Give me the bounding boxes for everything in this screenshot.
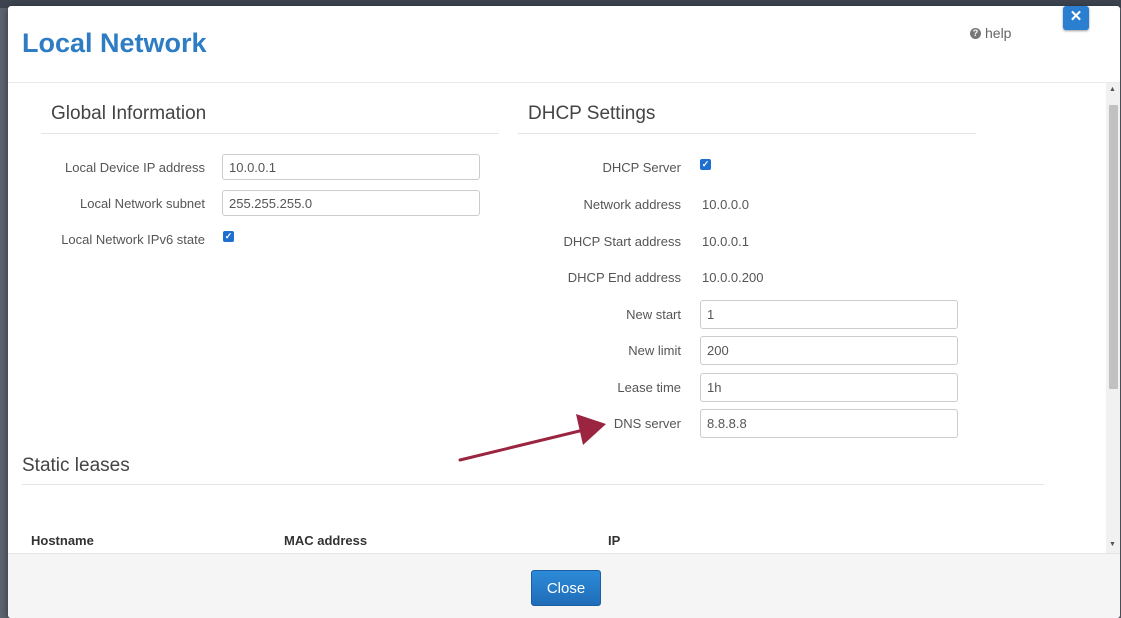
network-address-value: 10.0.0.0	[702, 197, 749, 212]
dhcp-end-label: DHCP End address	[567, 270, 681, 285]
close-button[interactable]: Close	[531, 570, 601, 606]
global-info-title: Global Information	[51, 103, 207, 124]
dhcp-start-label: DHCP Start address	[563, 234, 681, 249]
scroll-up-icon[interactable]: ▲	[1109, 86, 1116, 93]
dhcp-server-label: DHCP Server	[602, 160, 681, 175]
network-address-label: Network address	[583, 197, 681, 212]
column-header-hostname: Hostname	[31, 533, 94, 548]
dhcp-server-checkbox[interactable]: ✓	[700, 159, 711, 170]
modal-footer: Close	[8, 553, 1120, 618]
new-limit-label: New limit	[628, 343, 681, 358]
subnet-input[interactable]	[222, 190, 480, 216]
local-network-modal: Local Network ? help ✕ Global Informatio…	[8, 6, 1120, 618]
dhcp-settings-divider	[518, 133, 976, 134]
ipv6-state-label: Local Network IPv6 state	[61, 232, 205, 247]
lease-time-input[interactable]	[700, 373, 958, 402]
dns-server-input[interactable]	[700, 409, 958, 438]
new-start-input[interactable]	[700, 300, 958, 329]
static-leases-title: Static leases	[22, 455, 130, 476]
subnet-label: Local Network subnet	[79, 196, 205, 211]
help-link[interactable]: ? help	[970, 25, 1011, 41]
column-header-mac: MAC address	[284, 533, 368, 548]
dhcp-start-value: 10.0.0.1	[702, 234, 749, 249]
scroll-down-icon[interactable]: ▼	[1109, 541, 1116, 548]
modal-body: Global Information Local Device IP addre…	[8, 83, 1106, 553]
modal-header: Local Network ? help ✕	[8, 6, 1120, 83]
device-ip-label: Local Device IP address	[65, 160, 205, 175]
question-circle-icon: ?	[970, 27, 981, 39]
ipv6-state-checkbox[interactable]: ✓	[223, 231, 234, 242]
close-x-icon[interactable]: ✕	[1063, 6, 1089, 30]
vertical-scrollbar[interactable]: ▲ ▼	[1106, 83, 1120, 553]
column-header-ip: IP	[608, 533, 621, 548]
scroll-thumb[interactable]	[1109, 105, 1118, 389]
new-limit-input[interactable]	[700, 336, 958, 365]
dhcp-end-value: 10.0.0.200	[702, 270, 764, 285]
static-leases-divider	[22, 484, 1044, 485]
modal-title: Local Network	[22, 28, 207, 58]
new-start-label: New start	[626, 307, 681, 322]
dhcp-settings-title: DHCP Settings	[528, 103, 656, 124]
dns-server-label: DNS server	[613, 416, 681, 431]
device-ip-input[interactable]	[222, 154, 480, 180]
lease-time-label: Lease time	[617, 380, 681, 395]
global-info-divider	[41, 133, 499, 134]
help-label: help	[985, 25, 1012, 41]
